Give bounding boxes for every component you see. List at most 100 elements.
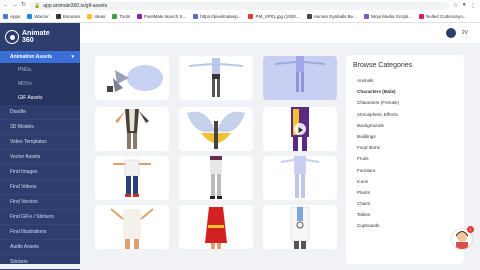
gif-card[interactable] [95,107,169,151]
bookmark-favicon-icon [3,14,8,19]
category-link[interactable]: Cupboards [346,220,464,231]
bookmark-favicon-icon [419,14,425,19]
character-illustration [107,65,163,92]
sidebar-subitem-movs[interactable]: MOVs [0,77,80,91]
bookmark-label: https://pixelmatesp... [200,14,242,19]
menu-icon[interactable]: ⋮ [470,2,476,9]
star-icon[interactable]: ☆ [453,2,458,9]
logo[interactable]: Animate 360 [0,23,80,51]
character-illustration [113,159,151,197]
notification-badge: 1 [467,226,474,233]
sidebar-item-vector-assets[interactable]: Vector Assets [0,150,80,165]
character-illustration [115,109,149,149]
bookmark-label: Nulled Codecanyo... [426,14,467,19]
gif-card[interactable] [179,205,253,249]
gif-card[interactable] [263,205,337,249]
address-bar[interactable]: 🔒 app.animate360.io/gif-assets [30,1,449,10]
category-link[interactable]: Furniture [346,165,464,176]
back-icon[interactable]: ← [3,0,9,11]
category-link[interactable]: Plants [346,187,464,198]
sidebar-item-3d-models[interactable]: 3D Models [0,120,80,135]
bookmark-item[interactable]: PixelMate launch S... [136,14,187,19]
bookmarks-bar: Apps Warrior Bonuses Ideas Tools PixelMate la… [0,11,480,23]
category-link[interactable]: Icons [346,176,464,187]
gif-card[interactable] [263,107,337,151]
sidebar-item-find-gifs-stickers[interactable]: Find GIFs / Stickers [0,210,80,225]
bookmark-favicon-icon [363,14,369,19]
character-illustration [280,156,320,198]
category-link[interactable]: Fruits [346,153,464,164]
play-icon[interactable] [294,123,306,135]
bookmark-label: PM_SP01.jpg (1920... [255,14,300,19]
categories-panel: Browse Categories Animals Characters (Mal… [346,55,464,264]
bookmark-item[interactable]: PM_SP01.jpg (1920... [248,14,300,19]
gif-card[interactable] [95,56,169,100]
sidebar-item-video-templates[interactable]: Video Templates [0,135,80,150]
category-link[interactable]: Atmospheric Effects [346,109,464,120]
category-link[interactable]: Buildings [346,131,464,142]
bookmark-item[interactable]: Human Eyeballs Be... [306,14,357,19]
bookmark-item[interactable]: Nulled Codecanyo... [419,14,467,19]
reload-icon[interactable]: ↻ [21,0,26,11]
sidebar-item-audio-assets[interactable]: Audio Assets [0,240,80,255]
sidebar-item-stickers[interactable]: Stickers [0,255,80,270]
character-illustration [188,58,244,97]
category-link[interactable]: Animals [346,75,464,86]
lock-icon: 🔒 [34,2,41,9]
category-link[interactable]: Characters (Female) [346,97,464,108]
forward-icon[interactable]: → [12,0,18,11]
bookmark-item[interactable]: Warrior [27,14,49,19]
gif-card[interactable] [263,156,337,200]
sidebar-subitem-pngs[interactable]: PNGs [0,63,80,77]
category-link[interactable]: Chairs [346,198,464,209]
sidebar-item-find-vectors[interactable]: Find Vectors [0,195,80,210]
gif-card[interactable] [95,156,169,200]
profile-icon[interactable]: ● [462,2,466,9]
avatar[interactable] [446,28,456,38]
character-illustration [110,208,154,249]
bookmark-favicon-icon [112,14,118,19]
bookmark-item[interactable]: Apps [3,14,20,19]
sidebar-item-find-illustrations[interactable]: Find Illustrations [0,225,80,240]
category-link[interactable]: Backgrounds [346,120,464,131]
bookmark-item[interactable]: Tools [112,14,130,19]
bookmark-label: Ninja Media Scripti... [370,14,413,19]
chevron-down-icon: ▾ [71,54,74,60]
sidebar-item-animation-assets[interactable]: Animation Assets ▾ [0,51,80,63]
category-link[interactable]: Characters (Male) [346,86,464,97]
character-illustration [205,207,227,249]
category-link[interactable]: Food Items [346,142,464,153]
sidebar-subitem-gif-assets[interactable]: GIF Assets [0,91,80,105]
gif-card[interactable] [179,156,253,200]
gif-card[interactable] [95,205,169,249]
bookmark-label: Apps [10,14,21,19]
bookmark-favicon-icon [306,14,312,19]
bookmark-item[interactable]: https://pixelmatesp... [193,14,241,19]
url-text: app.animate360.io/gif-assets [43,2,108,9]
sidebar-item-find-images[interactable]: Find Images [0,165,80,180]
bookmark-label: Ideas [94,14,106,19]
logo-icon [5,30,19,44]
bookmark-label: Human Eyeballs Be... [313,14,357,19]
character-illustration [274,56,326,92]
logo-text-line1: Animate [22,30,50,37]
sidebar-item-find-videos[interactable]: Find Videos [0,180,80,195]
bookmark-item[interactable]: Bonuses [55,14,80,19]
category-link[interactable]: Tables [346,209,464,220]
sidebar-item-doodle[interactable]: Doodle [0,105,80,120]
gif-card[interactable] [179,107,253,151]
bookmark-favicon-icon [55,14,61,19]
bookmark-item[interactable]: Ideas [87,14,105,19]
user-initials[interactable]: 2V [462,30,468,36]
bookmark-item[interactable]: Ninja Media Scripti... [363,14,413,19]
sidebar-item-label: Animation Assets [10,54,53,60]
character-illustration [290,206,310,249]
bookmark-label: PixelMate launch S... [143,14,187,19]
bookmark-label: Warrior [34,14,49,19]
gif-card[interactable] [263,56,337,100]
bookmark-favicon-icon [193,14,199,19]
categories-list: Animals Characters (Male) Characters (Fema… [346,75,464,232]
gif-card[interactable] [179,56,253,100]
bookmark-label: Tools [119,14,130,19]
logo-text-line2: 360 [22,37,34,44]
